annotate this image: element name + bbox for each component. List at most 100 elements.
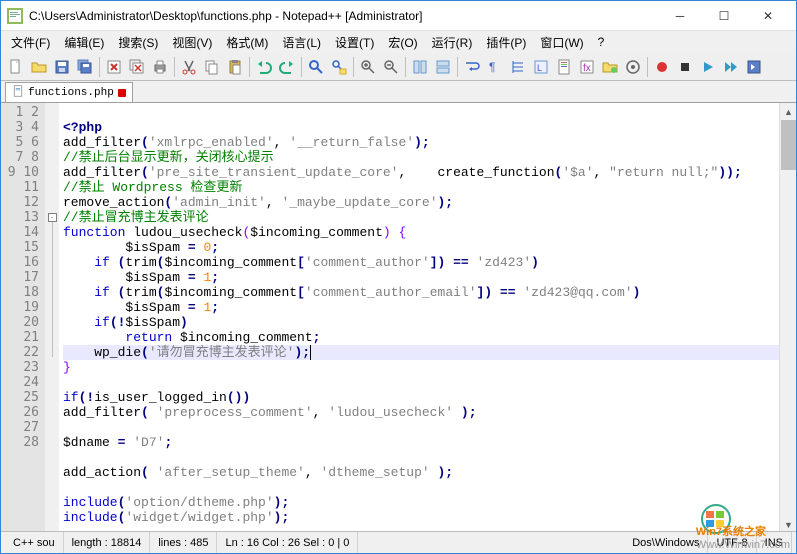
- menu-bar: 文件(F) 编辑(E) 搜索(S) 视图(V) 格式(M) 语言(L) 设置(T…: [1, 31, 796, 53]
- code-line: //禁止后台显示更新，关闭核心提示: [63, 150, 274, 165]
- code-line: add_filter( 'preprocess_comment', 'ludou…: [63, 405, 477, 420]
- code-line: $isSpam = 1;: [63, 270, 219, 285]
- menu-format[interactable]: 格式(M): [220, 32, 274, 53]
- show-all-chars-icon[interactable]: ¶: [484, 56, 506, 78]
- toolbar-sep: [174, 57, 175, 77]
- vertical-scrollbar[interactable]: ▲ ▼: [779, 103, 796, 533]
- watermark-text: Win7系统之家 Www.Winwin7.com: [696, 523, 790, 551]
- menu-file[interactable]: 文件(F): [5, 32, 56, 53]
- toolbar-sep: [405, 57, 406, 77]
- window-title: C:\Users\Administrator\Desktop\functions…: [29, 9, 658, 23]
- status-language: C++ sou: [5, 532, 64, 553]
- menu-edit[interactable]: 编辑(E): [58, 32, 110, 53]
- menu-macro[interactable]: 宏(O): [382, 32, 423, 53]
- toolbar-sep: [353, 57, 354, 77]
- print-icon[interactable]: [149, 56, 171, 78]
- tab-label: functions.php: [28, 87, 114, 99]
- line-number-gutter: 1 2 3 4 5 6 7 8 9 10 11 12 13 14 15 16 1…: [1, 103, 45, 533]
- sync-v-icon[interactable]: [409, 56, 431, 78]
- tab-bar: functions.php: [1, 81, 796, 103]
- code-line: add_filter('pre_site_transient_update_co…: [63, 165, 742, 180]
- code-area[interactable]: <?php add_filter('xmlrpc_enabled', '__re…: [59, 103, 796, 533]
- sync-h-icon[interactable]: [432, 56, 454, 78]
- code-line: $dname = 'D7';: [63, 435, 172, 450]
- menu-run[interactable]: 运行(R): [426, 32, 479, 53]
- cut-icon[interactable]: [178, 56, 200, 78]
- toolbar-sep: [647, 57, 648, 77]
- svg-text:fx: fx: [583, 63, 591, 74]
- replace-icon[interactable]: [328, 56, 350, 78]
- maximize-button[interactable]: ☐: [702, 2, 746, 30]
- save-macro-icon[interactable]: [743, 56, 765, 78]
- status-lines: lines : 485: [150, 532, 217, 553]
- stop-macro-icon[interactable]: [674, 56, 696, 78]
- menu-window[interactable]: 窗口(W): [534, 32, 589, 53]
- toolbar-sep: [99, 57, 100, 77]
- code-line: remove_action('admin_init', '_maybe_upda…: [63, 195, 453, 210]
- code-line: add_action( 'after_setup_theme', 'dtheme…: [63, 465, 453, 480]
- close-button[interactable]: ✕: [746, 2, 790, 30]
- play-multi-icon[interactable]: [720, 56, 742, 78]
- code-line: if(!$isSpam): [63, 315, 188, 330]
- save-all-icon[interactable]: [74, 56, 96, 78]
- fold-gutter[interactable]: -: [45, 103, 59, 533]
- open-file-icon[interactable]: [28, 56, 50, 78]
- paste-icon[interactable]: [224, 56, 246, 78]
- app-icon: [7, 8, 23, 24]
- record-macro-icon[interactable]: [651, 56, 673, 78]
- code-line: <?php: [63, 120, 102, 135]
- undo-icon[interactable]: [253, 56, 275, 78]
- find-icon[interactable]: [305, 56, 327, 78]
- code-line: return $incoming_comment;: [63, 330, 320, 345]
- scrollbar-thumb[interactable]: [781, 120, 796, 170]
- code-line: $isSpam = 0;: [63, 240, 219, 255]
- zoom-out-icon[interactable]: [380, 56, 402, 78]
- editor[interactable]: 1 2 3 4 5 6 7 8 9 10 11 12 13 14 15 16 1…: [1, 103, 796, 533]
- play-macro-icon[interactable]: [697, 56, 719, 78]
- toolbar: ¶ L fx: [1, 53, 796, 81]
- udl-icon[interactable]: L: [530, 56, 552, 78]
- code-line: //禁止冒充博主发表评论: [63, 210, 209, 225]
- menu-plugins[interactable]: 插件(P): [480, 32, 532, 53]
- code-line: if (trim($incoming_comment['comment_auth…: [63, 255, 539, 270]
- menu-search[interactable]: 搜索(S): [112, 32, 164, 53]
- status-length: length : 18814: [64, 532, 151, 553]
- new-file-icon[interactable]: [5, 56, 27, 78]
- func-list-icon[interactable]: fx: [576, 56, 598, 78]
- monitor-icon[interactable]: [622, 56, 644, 78]
- code-line: }: [63, 360, 71, 375]
- menu-settings[interactable]: 设置(T): [329, 32, 380, 53]
- save-icon[interactable]: [51, 56, 73, 78]
- redo-icon[interactable]: [276, 56, 298, 78]
- tab-functions-php[interactable]: functions.php: [5, 82, 133, 102]
- tab-modified-icon[interactable]: [118, 89, 126, 97]
- code-line-current: wp_die('请勿冒充博主发表评论');: [63, 345, 792, 360]
- wordwrap-icon[interactable]: [461, 56, 483, 78]
- code-line: //禁止 Wordpress 检查更新: [63, 180, 242, 195]
- code-line: add_filter('xmlrpc_enabled', '__return_f…: [63, 135, 430, 150]
- doc-map-icon[interactable]: [553, 56, 575, 78]
- toolbar-sep: [249, 57, 250, 77]
- copy-icon[interactable]: [201, 56, 223, 78]
- status-bar: C++ sou length : 18814 lines : 485 Ln : …: [1, 531, 796, 553]
- code-line: if(!is_user_logged_in()): [63, 390, 250, 405]
- code-line: if (trim($incoming_comment['comment_auth…: [63, 285, 640, 300]
- folder-workspace-icon[interactable]: [599, 56, 621, 78]
- zoom-in-icon[interactable]: [357, 56, 379, 78]
- indent-guide-icon[interactable]: [507, 56, 529, 78]
- minimize-button[interactable]: ─: [658, 2, 702, 30]
- toolbar-sep: [301, 57, 302, 77]
- file-icon: [12, 85, 24, 101]
- menu-language[interactable]: 语言(L): [276, 32, 327, 53]
- title-bar: C:\Users\Administrator\Desktop\functions…: [1, 1, 796, 31]
- code-line: function ludou_usecheck($incoming_commen…: [63, 225, 406, 240]
- code-line: $isSpam = 1;: [63, 300, 219, 315]
- status-position: Ln : 16 Col : 26 Sel : 0 | 0: [217, 532, 358, 553]
- svg-text:L: L: [537, 63, 542, 73]
- close-all-icon[interactable]: [126, 56, 148, 78]
- menu-help[interactable]: ?: [592, 33, 611, 51]
- menu-view[interactable]: 视图(V): [166, 32, 218, 53]
- code-line: include('widget/widget.php');: [63, 510, 289, 525]
- close-file-icon[interactable]: [103, 56, 125, 78]
- scroll-up-icon[interactable]: ▲: [781, 103, 796, 120]
